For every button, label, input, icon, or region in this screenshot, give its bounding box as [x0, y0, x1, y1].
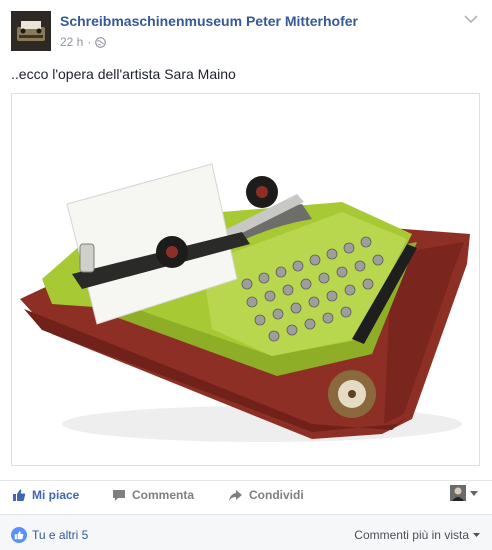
comment-icon	[113, 489, 125, 501]
comment-sort-dropdown[interactable]: Commenti più in vista	[354, 528, 480, 542]
caret-down-icon	[473, 533, 480, 537]
page-name-link[interactable]: Schreibmaschinenmuseum Peter Mitterhofer	[60, 13, 358, 29]
timestamp[interactable]: 22 h	[60, 35, 83, 49]
sort-label: Commenti più in vista	[354, 528, 469, 542]
reactions-text: Tu e altri 5	[32, 528, 89, 542]
reactions-summary[interactable]: Tu e altri 5	[11, 527, 88, 543]
comment-label: Commenta	[132, 488, 195, 502]
share-label: Condividi	[249, 488, 304, 502]
post-text: ..ecco l'opera dell'artista Sara Maino	[11, 66, 236, 82]
post-meta: 22 h ·	[60, 35, 107, 49]
caret-down-icon[interactable]	[470, 491, 478, 496]
chevron-down-icon[interactable]	[464, 14, 478, 24]
globe-icon[interactable]	[95, 36, 107, 48]
post-photo[interactable]	[11, 93, 480, 466]
like-button[interactable]: Mi piace	[12, 488, 79, 502]
share-button[interactable]: Condividi	[228, 488, 304, 502]
page-avatar[interactable]	[11, 11, 51, 51]
like-reaction-icon	[11, 527, 27, 543]
feed-post: Schreibmaschinenmuseum Peter Mitterhofer…	[0, 0, 492, 550]
comment-button[interactable]: Commenta	[112, 488, 194, 502]
like-label: Mi piace	[32, 488, 80, 502]
share-icon	[229, 489, 242, 501]
post-as-avatar[interactable]	[450, 485, 466, 501]
reactions-footer: Tu e altri 5 Commenti più in vista	[0, 514, 492, 550]
typewriter-artwork-image	[12, 94, 479, 465]
action-bar: Mi piace Commenta Condividi	[0, 480, 492, 511]
meta-separator: ·	[87, 35, 92, 49]
thumbs-up-icon	[13, 489, 26, 501]
